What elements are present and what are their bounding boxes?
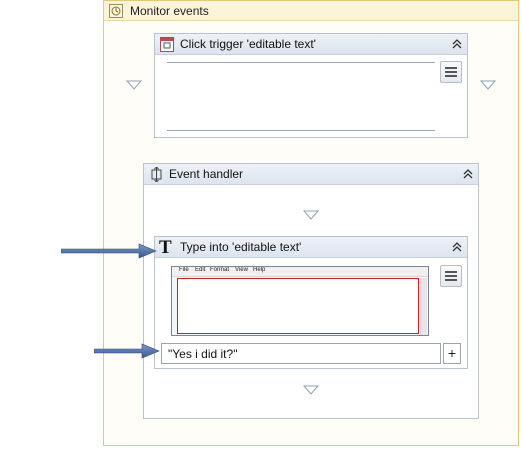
text-value-field[interactable]: "Yes i did it?"	[161, 343, 441, 364]
type-into-icon: T	[159, 237, 172, 258]
collapse-icon[interactable]	[462, 168, 476, 182]
event-handler-title: Event handler	[169, 167, 244, 181]
selected-element-outline	[177, 278, 419, 334]
type-into-header[interactable]: T Type into 'editable text'	[155, 237, 467, 258]
monitor-events-header[interactable]: Monitor events	[104, 1, 518, 21]
drop-zone-right-arrow-icon[interactable]	[480, 80, 496, 90]
drop-zone-arrow-icon[interactable]	[303, 385, 319, 395]
monitor-events-title: Monitor events	[130, 4, 209, 18]
click-trigger-title: Click trigger 'editable text'	[180, 37, 316, 51]
type-into-title: Type into 'editable text'	[180, 240, 302, 254]
screenshot-menu-file: File	[179, 267, 189, 273]
screenshot-menubar: File Edit Format View Help	[172, 267, 428, 277]
drop-zone-left-arrow-icon[interactable]	[126, 80, 142, 90]
screenshot-menu-view: View	[235, 267, 248, 273]
add-text-button[interactable]: +	[443, 343, 461, 364]
screenshot-menu-help: Help	[253, 267, 266, 273]
annotation-arrow-icon	[94, 343, 160, 359]
drop-zone-arrow-icon[interactable]	[303, 210, 319, 220]
screenshot-menu-edit: Edit	[195, 267, 206, 273]
click-trigger-activity[interactable]: Click trigger 'editable text'	[154, 33, 468, 138]
divider	[167, 130, 435, 131]
properties-menu-button[interactable]	[440, 265, 462, 287]
collapse-icon[interactable]	[451, 38, 465, 52]
type-into-activity[interactable]: T Type into 'editable text' File Edit Fo…	[154, 236, 468, 369]
screenshot-menu-format: Format	[210, 267, 230, 273]
click-trigger-header[interactable]: Click trigger 'editable text'	[155, 34, 467, 55]
click-trigger-icon	[160, 37, 174, 52]
screenshot-scrollbar	[420, 278, 427, 335]
monitor-events-icon	[109, 4, 123, 18]
properties-menu-button[interactable]	[440, 61, 462, 83]
divider	[167, 62, 435, 63]
annotation-arrow-icon	[61, 243, 157, 259]
event-handler-icon	[149, 166, 164, 183]
event-handler-header[interactable]: Event handler	[144, 164, 478, 185]
target-screenshot[interactable]: File Edit Format View Help	[171, 266, 429, 336]
collapse-icon[interactable]	[451, 241, 465, 255]
